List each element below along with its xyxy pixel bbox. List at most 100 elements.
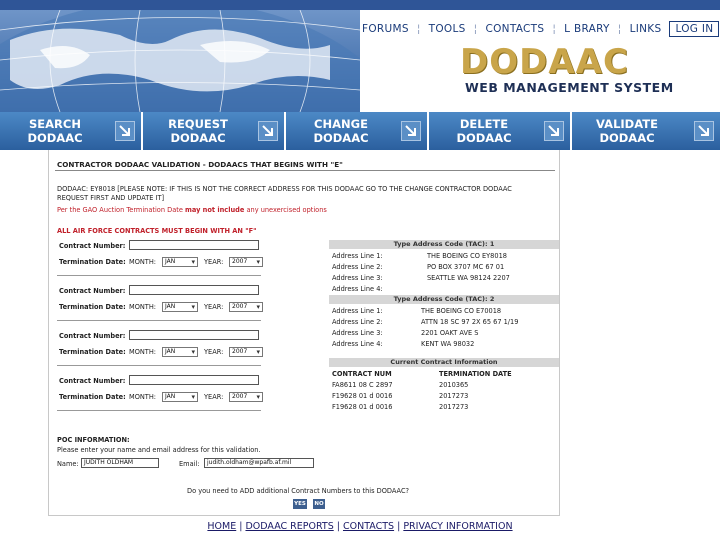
arrow-icon	[115, 121, 135, 141]
arrow-icon	[694, 121, 714, 141]
nav-links[interactable]: LINKS	[630, 23, 662, 35]
termination-label: Termination Date:	[59, 393, 126, 401]
nav-separator: ¦	[473, 23, 478, 35]
contract-row-date: 2017273	[439, 392, 469, 400]
request-dodaac-button[interactable]: REQUEST DODAAC	[143, 112, 286, 150]
month-select[interactable]: JAN	[162, 347, 198, 357]
tac2-line3-value: 2201 OAKT AVE S	[421, 329, 479, 337]
month-select[interactable]: JAN	[162, 392, 198, 402]
year-select[interactable]: 2007	[229, 347, 263, 357]
tac2-line4-label: Address Line 4:	[332, 340, 383, 348]
month-select[interactable]: JAN	[162, 257, 198, 267]
action-bar: SEARCH DODAAC REQUEST DODAAC CHANGE DODAAC …	[0, 112, 720, 150]
contract-label: Contract Number:	[59, 332, 126, 340]
divider	[57, 275, 261, 276]
tac2-line4-value: KENT WA 98032	[421, 340, 475, 348]
divider	[57, 410, 261, 411]
name-label: Name:	[57, 460, 79, 468]
tac1-line1-label: Address Line 1:	[332, 252, 383, 260]
contract-label: Contract Number:	[59, 377, 126, 385]
air-force-note: ALL AIR FORCE CONTRACTS MUST BEGIN WITH …	[57, 227, 257, 235]
contract-row-date: 2017273	[439, 403, 469, 411]
arrow-icon	[544, 121, 564, 141]
login-button[interactable]: LOG IN	[669, 21, 720, 37]
tac1-line2-value: PO BOX 3707 MC 67 01	[427, 263, 505, 271]
month-label: MONTH:	[129, 348, 157, 356]
termination-date-column: TERMINATION DATE	[439, 370, 512, 378]
year-select[interactable]: 2007	[229, 257, 263, 267]
footer-links: HOME | DODAAC REPORTS | CONTACTS | PRIVA…	[0, 521, 720, 532]
nav-separator: ¦	[552, 23, 557, 35]
termination-label: Termination Date:	[59, 258, 126, 266]
tac2-header: Type Address Code (TAC): 2	[329, 295, 559, 304]
page-title: CONTRACTOR DODAAC VALIDATION - DODAACS T…	[57, 160, 343, 169]
contract-label: Contract Number:	[59, 242, 126, 250]
year-label: YEAR:	[204, 258, 224, 266]
email-label: Email:	[179, 460, 200, 468]
nav-library[interactable]: L BRARY	[564, 23, 610, 35]
tac2-line2-value: ATTN 18 SC 97 2X 65 67 1/19	[421, 318, 519, 326]
year-select[interactable]: 2007	[229, 302, 263, 312]
contract-number-input[interactable]	[129, 375, 259, 385]
year-select[interactable]: 2007	[229, 392, 263, 402]
tac1-line3-value: SEATTLE WA 98124 2207	[427, 274, 510, 282]
nav-contacts[interactable]: CONTACTS	[485, 23, 544, 35]
add-contracts-question: Do you need to ADD additional Contract N…	[187, 487, 410, 495]
dodaac-note: DODAAC: EY8018 [PLEASE NOTE: IF THIS IS …	[57, 185, 512, 193]
footer-reports-link[interactable]: DODAAC REPORTS	[245, 521, 333, 532]
button-label: DELETE DODAAC	[456, 117, 512, 145]
validate-dodaac-button[interactable]: VALIDATE DODAAC	[572, 112, 720, 150]
dodaac-logo: DODAAC	[460, 42, 629, 82]
yes-button[interactable]: YES	[293, 499, 307, 509]
contract-row-date: 2010365	[439, 381, 469, 389]
contract-row-num: FA8611 08 C 2897	[332, 381, 393, 389]
contract-number-input[interactable]	[129, 285, 259, 295]
termination-label: Termination Date:	[59, 303, 126, 311]
top-bar	[0, 0, 720, 10]
tac1-line3-label: Address Line 3:	[332, 274, 383, 282]
current-contract-header: Current Contract Information	[329, 358, 559, 367]
site-header: FORUMS ¦ TOOLS ¦ CONTACTS ¦ L BRARY ¦ LI…	[0, 0, 720, 112]
no-button[interactable]: NO	[313, 499, 325, 509]
month-select[interactable]: JAN	[162, 302, 198, 312]
button-label: SEARCH DODAAC	[27, 117, 83, 145]
month-label: MONTH:	[129, 393, 157, 401]
poc-instruction: Please enter your name and email address…	[57, 446, 261, 454]
footer-home-link[interactable]: HOME	[207, 521, 236, 532]
termination-label: Termination Date:	[59, 348, 126, 356]
button-label: REQUEST DODAAC	[168, 117, 228, 145]
poc-heading: POC INFORMATION:	[57, 436, 130, 444]
year-label: YEAR:	[204, 348, 224, 356]
nav-forums[interactable]: FORUMS	[362, 23, 409, 35]
button-label: VALIDATE DODAAC	[596, 117, 658, 145]
contract-label: Contract Number:	[59, 287, 126, 295]
tac1-line2-label: Address Line 2:	[332, 263, 383, 271]
footer-privacy-link[interactable]: PRIVACY INFORMATION	[403, 521, 512, 532]
name-input[interactable]: JUDITH OLDHAM	[81, 458, 159, 468]
contract-number-input[interactable]	[129, 240, 259, 250]
email-input[interactable]: judith.oldham@wpafb.af.mil	[204, 458, 314, 468]
nav-separator: ¦	[617, 23, 622, 35]
delete-dodaac-button[interactable]: DELETE DODAAC	[429, 112, 572, 150]
contract-row-num: F19628 01 d 0016	[332, 392, 393, 400]
year-label: YEAR:	[204, 303, 224, 311]
arrow-icon	[258, 121, 278, 141]
gao-warning: Per the GAO Auction Termination Date may…	[57, 206, 327, 214]
tac2-line1-value: THE BOEING CO E70018	[421, 307, 502, 315]
divider	[55, 170, 555, 171]
nav-tools[interactable]: TOOLS	[429, 23, 466, 35]
tac1-line4-label: Address Line 4:	[332, 285, 383, 293]
search-dodaac-button[interactable]: SEARCH DODAAC	[0, 112, 143, 150]
tac2-line3-label: Address Line 3:	[332, 329, 383, 337]
footer-contacts-link[interactable]: CONTACTS	[343, 521, 394, 532]
contract-number-input[interactable]	[129, 330, 259, 340]
dodaac-note-cont: REQUEST FIRST AND UPDATE IT]	[57, 194, 165, 202]
validation-panel: CONTRACTOR DODAAC VALIDATION - DODAACS T…	[48, 150, 560, 516]
top-navigation: FORUMS ¦ TOOLS ¦ CONTACTS ¦ L BRARY ¦ LI…	[362, 20, 720, 38]
change-dodaac-button[interactable]: CHANGE DODAAC	[286, 112, 429, 150]
month-label: MONTH:	[129, 303, 157, 311]
footer-separator: |	[394, 521, 404, 532]
divider	[57, 320, 261, 321]
month-label: MONTH:	[129, 258, 157, 266]
tac2-line1-label: Address Line 1:	[332, 307, 383, 315]
